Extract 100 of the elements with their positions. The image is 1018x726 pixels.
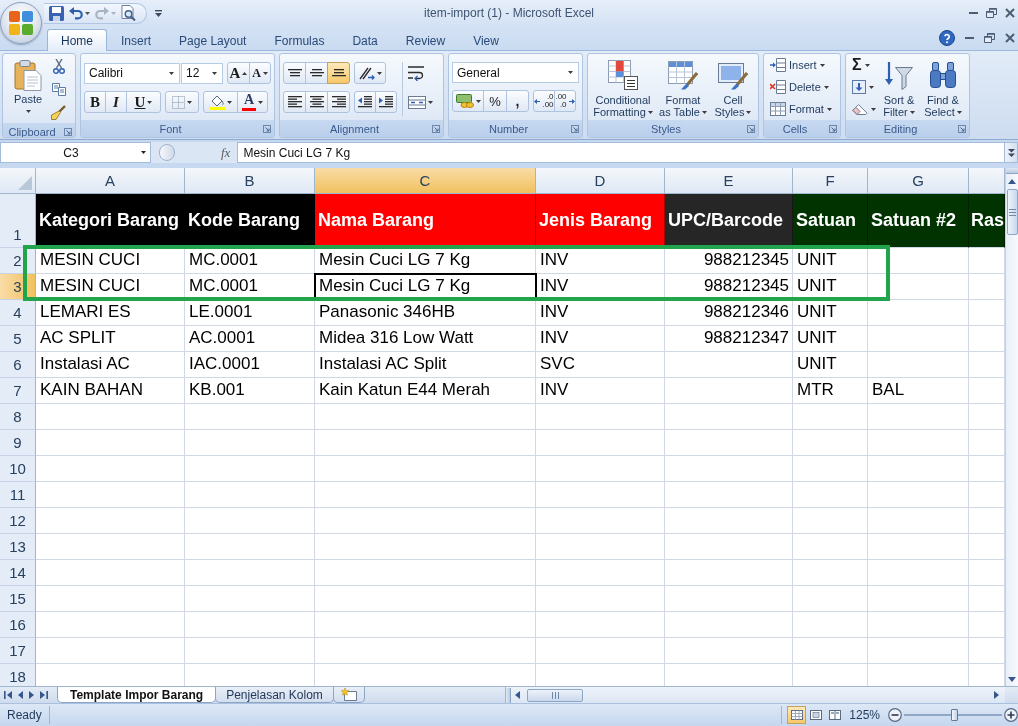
- horizontal-align-button[interactable]: [283, 91, 306, 113]
- font-size-field[interactable]: 12: [181, 62, 223, 84]
- row-header[interactable]: 7: [0, 378, 36, 404]
- restore-icon[interactable]: [986, 8, 997, 18]
- dialog-launcher-icon[interactable]: [263, 124, 271, 133]
- column-header[interactable]: C: [315, 168, 536, 194]
- comma-button[interactable]: ,: [506, 90, 529, 112]
- row-header[interactable]: 5: [0, 326, 36, 352]
- help-icon[interactable]: [939, 30, 955, 46]
- ribbon-tab[interactable]: View: [459, 29, 513, 51]
- split-handle[interactable]: [1006, 168, 1018, 174]
- horizontal-align-button[interactable]: [327, 91, 350, 113]
- dialog-launcher-icon[interactable]: [571, 124, 579, 133]
- right-arrow-icon[interactable]: [994, 691, 999, 699]
- column-header[interactable]: F: [793, 168, 868, 194]
- ribbon-tab[interactable]: Home: [47, 29, 107, 51]
- row-header[interactable]: 6: [0, 352, 36, 378]
- row-header[interactable]: 10: [0, 456, 36, 482]
- ribbon-tab[interactable]: Page Layout: [165, 29, 261, 51]
- row-header[interactable]: 17: [0, 638, 36, 664]
- vertical-align-button[interactable]: [327, 62, 350, 84]
- row-header[interactable]: 11: [0, 482, 36, 508]
- slider-thumb[interactable]: [951, 709, 958, 721]
- ribbon-tab[interactable]: Formulas: [260, 29, 339, 51]
- restore-icon[interactable]: [984, 33, 995, 43]
- sort-filter-button[interactable]: Sort & Filter: [878, 54, 920, 120]
- ribbon-tab[interactable]: Review: [391, 29, 460, 51]
- increase-decimal-button[interactable]: .0 .00: [533, 90, 555, 112]
- row-header[interactable]: 15: [0, 586, 36, 612]
- find-select-button[interactable]: Find & Select: [920, 54, 966, 120]
- resize-handle[interactable]: [159, 144, 175, 161]
- sheet-tab[interactable]: Penjelasan Kolom: [215, 687, 334, 703]
- dialog-launcher-icon[interactable]: [747, 124, 755, 133]
- formula-field[interactable]: Mesin Cuci LG 7 Kg: [237, 142, 1005, 163]
- last-sheet-icon[interactable]: [40, 691, 48, 699]
- column-header[interactable]: A: [36, 168, 185, 194]
- row-header[interactable]: 1: [0, 194, 36, 248]
- decrease-indent-button[interactable]: [354, 91, 376, 113]
- font-color-button[interactable]: A: [237, 91, 268, 113]
- grow-font-button[interactable]: A: [227, 62, 250, 84]
- vertical-scrollbar[interactable]: [1005, 168, 1018, 686]
- horizontal-scrollbar[interactable]: [505, 687, 1005, 703]
- orientation-button[interactable]: [354, 62, 386, 84]
- fill-color-button[interactable]: [203, 91, 238, 113]
- dialog-launcher-icon[interactable]: [432, 124, 440, 133]
- undo-button[interactable]: [69, 6, 90, 20]
- accounting-button[interactable]: [452, 90, 484, 112]
- column-header[interactable]: D: [536, 168, 665, 194]
- number-format-field[interactable]: General: [452, 62, 579, 83]
- save-button[interactable]: [49, 5, 64, 21]
- format-as-table-button[interactable]: Format as Table: [656, 54, 710, 120]
- left-arrow-icon[interactable]: [515, 691, 520, 699]
- font-name-field[interactable]: Calibri: [84, 62, 180, 84]
- insert-function-button[interactable]: fx: [221, 144, 231, 161]
- normal-view-button[interactable]: [787, 706, 807, 724]
- format-button[interactable]: Format: [768, 98, 838, 120]
- print-preview-button[interactable]: [121, 5, 136, 21]
- scroll-thumb[interactable]: [1006, 189, 1018, 235]
- vertical-align-button[interactable]: [305, 62, 328, 84]
- previous-sheet-icon[interactable]: [18, 691, 23, 699]
- column-header[interactable]: B: [185, 168, 315, 194]
- italic-button[interactable]: I: [105, 91, 127, 113]
- insert-sheet-button[interactable]: [332, 687, 365, 703]
- row-header[interactable]: 9: [0, 430, 36, 456]
- expand-formula-button[interactable]: [1005, 142, 1018, 163]
- sheet-tab[interactable]: Template Impor Barang: [57, 687, 217, 703]
- row-header[interactable]: 12: [0, 508, 36, 534]
- autosum-button[interactable]: Σ: [850, 54, 878, 76]
- conditional-formatting-button[interactable]: Conditional Formatting: [590, 54, 656, 120]
- row-header[interactable]: 16: [0, 612, 36, 638]
- row-header[interactable]: 18: [0, 664, 36, 686]
- scroll-thumb[interactable]: [527, 688, 583, 702]
- horizontal-align-button[interactable]: [305, 91, 328, 113]
- cell-styles-button[interactable]: Cell Styles: [710, 54, 756, 120]
- dialog-launcher-icon[interactable]: [64, 127, 72, 136]
- name-box[interactable]: C3: [0, 142, 151, 163]
- dialog-launcher-icon[interactable]: [958, 124, 966, 133]
- underline-button[interactable]: U: [126, 91, 161, 113]
- zoom-in-icon[interactable]: [1004, 708, 1018, 722]
- dialog-launcher-icon[interactable]: [829, 124, 837, 133]
- paste-button[interactable]: Paste: [8, 55, 48, 123]
- bold-button[interactable]: B: [84, 91, 106, 113]
- next-sheet-icon[interactable]: [29, 691, 34, 699]
- ribbon-tab[interactable]: Insert: [107, 29, 166, 51]
- zoom-out-icon[interactable]: [888, 708, 902, 722]
- split-handle[interactable]: [506, 687, 511, 703]
- customize-caret-icon[interactable]: [155, 9, 162, 17]
- close-icon[interactable]: [1005, 8, 1015, 18]
- close-icon[interactable]: [1005, 33, 1015, 43]
- first-sheet-icon[interactable]: [4, 691, 12, 699]
- insert-button[interactable]: Insert: [768, 54, 838, 76]
- ribbon-tab[interactable]: Data: [338, 29, 392, 51]
- column-header[interactable]: G: [868, 168, 969, 194]
- selected-cell[interactable]: Mesin Cuci LG 7 Kg: [315, 274, 536, 300]
- row-header[interactable]: 14: [0, 560, 36, 586]
- up-arrow-icon[interactable]: [1008, 179, 1016, 184]
- delete-button[interactable]: Delete: [768, 76, 838, 98]
- column-header[interactable]: E: [665, 168, 793, 194]
- row-header[interactable]: 8: [0, 404, 36, 430]
- row-header[interactable]: 13: [0, 534, 36, 560]
